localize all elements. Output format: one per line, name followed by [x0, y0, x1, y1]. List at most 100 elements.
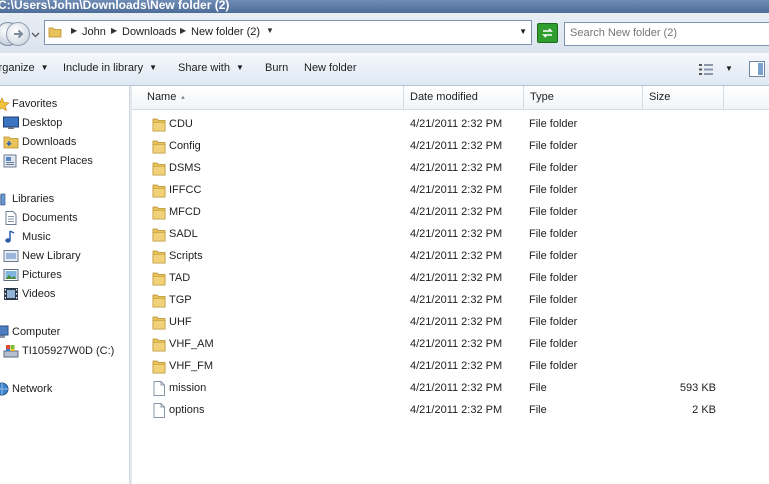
title-bar[interactable]: C:\Users\John\Downloads\New folder (2)	[0, 0, 769, 13]
folder-icon	[152, 294, 166, 308]
address-bar[interactable]: ▶ John ▶ Downloads ▶ New folder (2) ▼ ▼	[44, 20, 532, 45]
file-size: 2 KB	[692, 404, 716, 416]
file-name: VHF_AM	[169, 338, 214, 350]
burn-button[interactable]: Burn	[265, 62, 288, 74]
file-list-view: Name ▲ Date modified Type Size CDU 4/21/2…	[132, 86, 769, 484]
breadcrumb-new-folder-2[interactable]: New folder (2)	[191, 26, 260, 38]
file-type: File folder	[529, 338, 578, 350]
organize-label: Organize	[0, 62, 35, 74]
preview-pane-icon[interactable]	[749, 61, 765, 77]
search-box[interactable]	[564, 22, 769, 46]
nav-local-drive-label: TI105927W0D (C:)	[22, 345, 115, 357]
breadcrumb-separator-icon[interactable]: ▶	[111, 26, 117, 35]
window-title: C:\Users\John\Downloads\New folder (2)	[0, 0, 230, 12]
file-row[interactable]: CDU 4/21/2011 2:32 PM File folder	[132, 114, 769, 136]
column-header-type[interactable]: Type	[524, 86, 643, 110]
nav-downloads-label: Downloads	[22, 136, 77, 148]
nav-libraries-label: Libraries	[12, 193, 55, 205]
new-library-icon	[3, 250, 19, 262]
file-row[interactable]: DSMS 4/21/2011 2:32 PM File folder	[132, 158, 769, 180]
folder-icon	[152, 162, 166, 176]
new-folder-button[interactable]: New folder	[304, 62, 357, 74]
file-type: File	[529, 382, 547, 394]
file-row[interactable]: VHF_FM 4/21/2011 2:32 PM File folder	[132, 356, 769, 378]
file-date-modified: 4/21/2011 2:32 PM	[410, 404, 503, 416]
file-date-modified: 4/21/2011 2:32 PM	[410, 360, 503, 372]
file-type: File	[529, 404, 547, 416]
nav-music-label: Music	[22, 231, 51, 243]
address-row: ▶ John ▶ Downloads ▶ New folder (2) ▼ ▼	[0, 13, 769, 53]
file-type: File folder	[529, 294, 578, 306]
refresh-button[interactable]	[537, 23, 558, 43]
file-date-modified: 4/21/2011 2:32 PM	[410, 206, 503, 218]
file-row[interactable]: options 4/21/2011 2:32 PM File 2 KB	[132, 400, 769, 422]
file-type: File folder	[529, 316, 578, 328]
include-in-library-button[interactable]: Include in library ▼	[63, 62, 157, 74]
file-row[interactable]: TAD 4/21/2011 2:32 PM File folder	[132, 268, 769, 290]
breadcrumb-john[interactable]: John	[82, 26, 106, 38]
change-view-icon[interactable]	[699, 64, 713, 75]
forward-arrow-icon	[14, 29, 24, 39]
folder-icon	[152, 272, 166, 286]
file-row[interactable]: TGP 4/21/2011 2:32 PM File folder	[132, 290, 769, 312]
breadcrumb-separator-icon[interactable]: ▼	[266, 26, 274, 35]
file-type: File folder	[529, 184, 578, 196]
column-header-name[interactable]: Name ▲	[132, 86, 404, 110]
downloads-folder-icon	[3, 136, 19, 149]
breadcrumb-downloads[interactable]: Downloads	[122, 26, 176, 38]
include-in-library-label: Include in library	[63, 62, 144, 74]
search-input[interactable]	[570, 27, 760, 39]
nav-documents-label: Documents	[22, 212, 78, 224]
folder-icon	[152, 118, 166, 132]
file-date-modified: 4/21/2011 2:32 PM	[410, 272, 503, 284]
share-with-button[interactable]: Share with ▼	[178, 62, 244, 74]
folder-icon	[152, 228, 166, 242]
breadcrumb-separator-icon[interactable]: ▶	[71, 26, 77, 35]
file-name: options	[169, 404, 205, 416]
file-date-modified: 4/21/2011 2:32 PM	[410, 382, 503, 394]
file-name: CDU	[169, 118, 193, 130]
file-row[interactable]: Scripts 4/21/2011 2:32 PM File folder	[132, 246, 769, 268]
pictures-icon	[3, 269, 19, 281]
address-history-dropdown-icon[interactable]: ▼	[519, 27, 527, 36]
star-icon	[0, 97, 10, 111]
sort-ascending-icon: ▲	[180, 95, 186, 101]
nav-new-library-label: New Library	[22, 250, 81, 262]
column-header-filler	[724, 86, 769, 110]
folder-icon	[152, 316, 166, 330]
file-row[interactable]: mission 4/21/2011 2:32 PM File 593 KB	[132, 378, 769, 400]
file-icon	[153, 381, 165, 396]
nav-network-label: Network	[12, 383, 53, 395]
file-row[interactable]: UHF 4/21/2011 2:32 PM File folder	[132, 312, 769, 334]
file-row[interactable]: MFCD 4/21/2011 2:32 PM File folder	[132, 202, 769, 224]
file-type: File folder	[529, 162, 578, 174]
file-date-modified: 4/21/2011 2:32 PM	[410, 228, 503, 240]
file-name: DSMS	[169, 162, 201, 174]
nav-favorites-label: Favorites	[12, 98, 58, 110]
folder-icon	[152, 140, 166, 154]
share-with-label: Share with	[178, 62, 230, 74]
nav-pictures-label: Pictures	[22, 269, 62, 281]
file-row[interactable]: Config 4/21/2011 2:32 PM File folder	[132, 136, 769, 158]
refresh-icon	[542, 28, 553, 38]
music-icon	[5, 230, 15, 243]
file-row[interactable]: VHF_AM 4/21/2011 2:32 PM File folder	[132, 334, 769, 356]
column-header-size[interactable]: Size	[643, 86, 724, 110]
file-type: File folder	[529, 140, 578, 152]
drive-icon	[3, 345, 19, 358]
command-bar: Organize ▼ Include in library ▼ Share with…	[0, 53, 769, 86]
organize-button[interactable]: Organize ▼	[0, 62, 49, 74]
file-type: File folder	[529, 206, 578, 218]
breadcrumb-separator-icon[interactable]: ▶	[180, 26, 186, 35]
column-header-size-label: Size	[649, 91, 671, 103]
file-row[interactable]: SADL 4/21/2011 2:32 PM File folder	[132, 224, 769, 246]
file-date-modified: 4/21/2011 2:32 PM	[410, 294, 503, 306]
file-icon	[153, 403, 165, 418]
view-options-dropdown-icon[interactable]: ▼	[725, 64, 733, 73]
file-row[interactable]: IFFCC 4/21/2011 2:32 PM File folder	[132, 180, 769, 202]
forward-button[interactable]	[6, 22, 30, 46]
recent-pages-dropdown-icon[interactable]	[31, 30, 40, 39]
column-header-date-modified[interactable]: Date modified	[404, 86, 524, 110]
folder-icon	[152, 184, 166, 198]
column-header-date-label: Date modified	[410, 91, 478, 103]
